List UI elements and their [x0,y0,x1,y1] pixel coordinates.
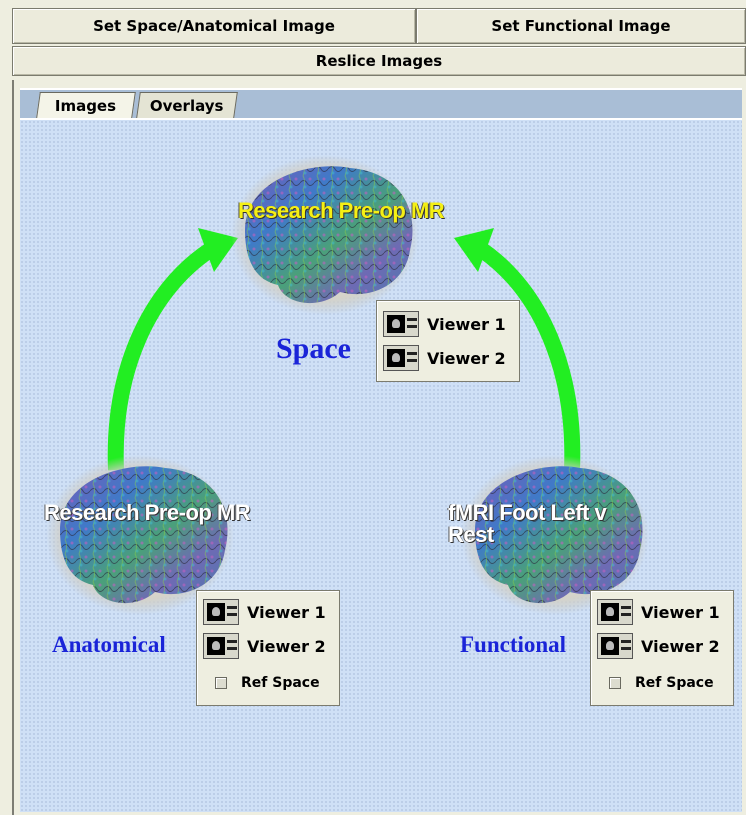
functional-viewer-1-button[interactable]: Viewer 1 [597,597,720,627]
checkbox-icon [215,677,227,689]
functional-ref-space-checkbox[interactable]: Ref Space [609,671,714,695]
functional-role-label: Functional [460,632,567,657]
space-viewer-1-button[interactable]: Viewer 1 [383,309,506,339]
viewer-icon [383,345,419,371]
functional-viewer-2-label: Viewer 2 [641,636,720,656]
space-viewer-2-label: Viewer 2 [427,348,506,368]
functional-ref-space-label: Ref Space [635,675,714,691]
anatomical-ref-space-checkbox[interactable]: Ref Space [215,671,320,695]
anatomical-role-label: Anatomical [52,632,166,657]
tab-overlays-label: Overlays [150,96,224,115]
anatomical-viewer-1-label: Viewer 1 [247,602,326,622]
viewer-icon [203,599,239,625]
anatomical-viewer-2-button[interactable]: Viewer 2 [203,631,326,661]
tab-images[interactable]: Images [36,92,136,118]
anatomical-image-name: Research Pre-op MR [44,500,251,525]
functional-viewer-1-label: Viewer 1 [641,602,720,622]
space-viewer-box: Viewer 1 Viewer 2 [376,300,520,382]
tab-images-label: Images [55,96,117,115]
anatomical-viewer-1-button[interactable]: Viewer 1 [203,597,326,627]
functional-viewer-box: Viewer 1 Viewer 2 Ref Space [590,590,734,706]
top-toolbar: Set Space/Anatomical Image Set Functiona… [12,0,746,76]
viewer-icon [597,599,633,625]
images-canvas: Research Pre-op MR Space Viewer 1 Viewer… [20,118,742,812]
functional-image-name: fMRI Foot Left v Rest [448,500,607,547]
set-space-anatomical-button[interactable]: Set Space/Anatomical Image [12,8,416,44]
tab-strip: Images Overlays [20,88,742,120]
functional-viewer-2-button[interactable]: Viewer 2 [597,631,720,661]
space-brain-icon [231,155,419,315]
viewer-icon [203,633,239,659]
anatomical-ref-space-label: Ref Space [241,675,320,691]
main-panel: Images Overlays Research Pre-op MR Space… [12,80,746,815]
anatomical-viewer-2-label: Viewer 2 [247,636,326,656]
viewer-icon [383,311,419,337]
space-image-name: Research Pre-op MR [238,198,445,223]
reslice-images-button[interactable]: Reslice Images [12,46,746,76]
arrow-left-icon [107,243,215,471]
space-viewer-2-button[interactable]: Viewer 2 [383,343,506,373]
checkbox-icon [609,677,621,689]
space-viewer-1-label: Viewer 1 [427,314,506,334]
anatomical-viewer-box: Viewer 1 Viewer 2 Ref Space [196,590,340,706]
set-functional-button[interactable]: Set Functional Image [416,8,746,44]
tab-overlays[interactable]: Overlays [136,92,238,118]
arrows-layer [46,155,649,615]
space-role-label: Space [276,332,351,365]
viewer-icon [597,633,633,659]
